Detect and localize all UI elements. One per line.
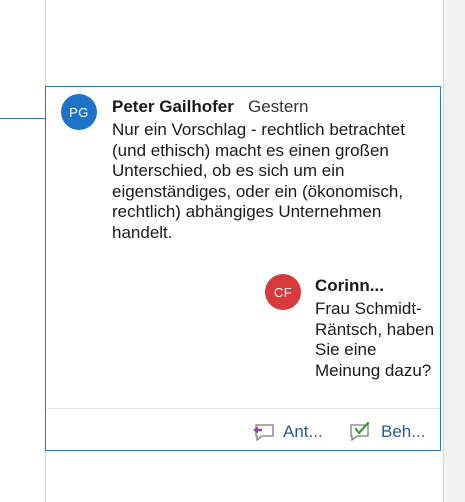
reply-avatar-initials: CF <box>273 284 293 300</box>
comment-anchor-line <box>0 118 46 119</box>
avatar-initials: PG <box>69 104 89 120</box>
reply-button-label: Ant... <box>283 422 323 441</box>
resolve-button-label: Beh... <box>381 422 426 441</box>
footer-divider <box>47 408 440 409</box>
comment-author: Peter Gailhofer <box>112 97 234 116</box>
reply-comment-icon <box>253 424 274 442</box>
comments-pane: PG Peter Gailhofer Gestern Nur ein Vorsc… <box>0 0 465 502</box>
comment-card-border <box>45 86 46 268</box>
comment-card-border <box>45 268 46 451</box>
avatar: PG <box>61 94 97 130</box>
pane-scroll-edge[interactable] <box>443 0 465 502</box>
resolve-button[interactable]: Beh... <box>348 420 425 444</box>
resolve-comment-icon <box>350 421 370 442</box>
comment-timestamp: Gestern <box>248 97 309 116</box>
reply-avatar: CF <box>265 274 301 310</box>
reply-button[interactable]: Ant... <box>252 420 323 444</box>
reply-text: Frau Schmidt-Räntsch, haben Sie eine Mei… <box>315 299 435 380</box>
comment-text: Nur ein Vorschlag - rechtlich betrachtet… <box>112 120 405 242</box>
reply-author: Corinn... <box>315 276 384 295</box>
